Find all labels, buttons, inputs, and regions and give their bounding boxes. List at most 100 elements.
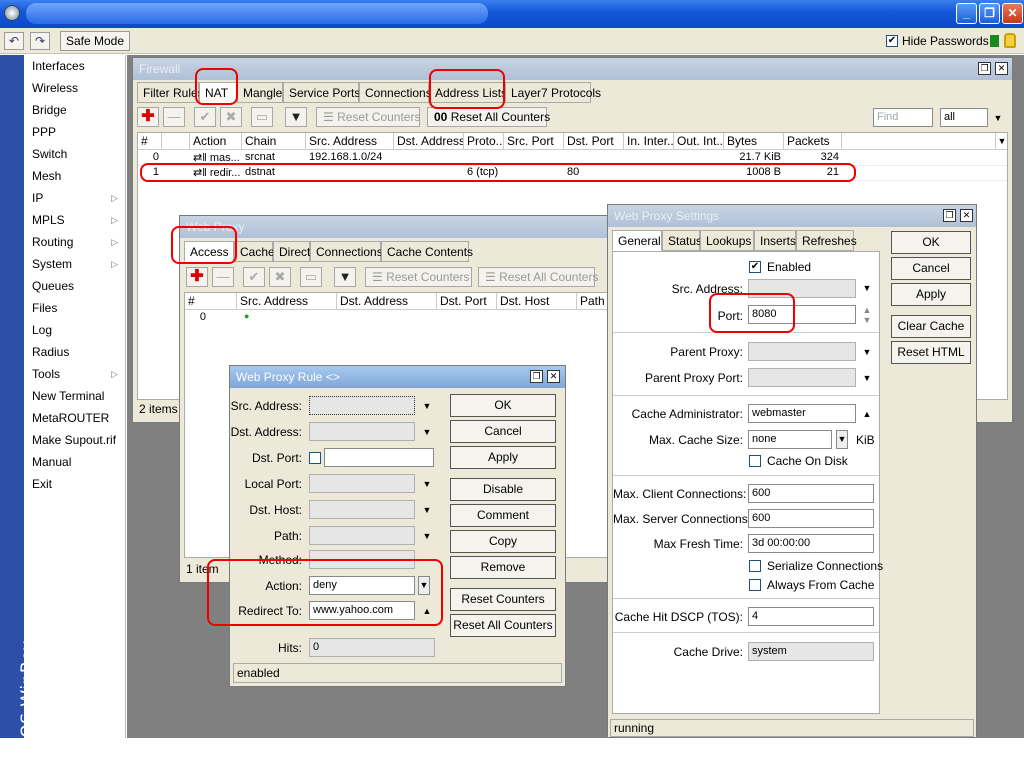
max-cache-size-field[interactable]: none: [748, 430, 832, 449]
close-button[interactable]: ✕: [1002, 3, 1023, 24]
disable-button[interactable]: Disable: [450, 478, 556, 501]
comment-icon[interactable]: ▭: [251, 107, 273, 127]
reset-counters-button[interactable]: Reset Counters: [450, 588, 556, 611]
dst-port-negate-checkbox[interactable]: [309, 452, 321, 464]
window-restore-icon[interactable]: ❐: [943, 209, 956, 222]
tab-connections[interactable]: Connections: [310, 241, 383, 262]
action-dropdown-icon[interactable]: ▼: [418, 576, 430, 595]
menu-item-mpls[interactable]: MPLS ▷: [32, 213, 124, 235]
filter-icon[interactable]: ▼: [334, 267, 356, 287]
enable-icon[interactable]: ✔: [194, 107, 216, 127]
column-header[interactable]: Action: [190, 133, 242, 150]
column-header[interactable]: Dst. Host: [497, 293, 577, 310]
redirect-to-collapse-icon[interactable]: ▲: [421, 606, 433, 616]
column-header[interactable]: Path: [577, 293, 607, 310]
menu-item-routing[interactable]: Routing ▷: [32, 235, 124, 257]
max-fresh-time-field[interactable]: 3d 00:00:00: [748, 534, 874, 553]
menu-item-queues[interactable]: Queues: [32, 279, 124, 301]
filter-icon[interactable]: ▼: [285, 107, 307, 127]
src-address-field[interactable]: [748, 279, 856, 298]
comment-icon[interactable]: ▭: [300, 267, 322, 287]
tab-address-lists[interactable]: Address Lists: [429, 82, 507, 103]
path-dropdown-icon[interactable]: ▼: [421, 531, 433, 541]
column-header[interactable]: #: [138, 133, 162, 150]
local-port-field[interactable]: [309, 474, 415, 493]
dst-host-field[interactable]: [309, 500, 415, 519]
menu-item-mesh[interactable]: Mesh: [32, 169, 124, 191]
parent-proxy-port-dropdown-icon[interactable]: ▼: [861, 373, 873, 383]
menu-item-interfaces[interactable]: Interfaces: [32, 59, 124, 81]
hide-passwords-toggle[interactable]: ✔ Hide Passwords: [886, 34, 989, 48]
column-header[interactable]: Dst. Port: [437, 293, 497, 310]
column-header[interactable]: [162, 133, 190, 150]
cancel-button[interactable]: Cancel: [450, 420, 556, 443]
dst-port-field[interactable]: [324, 448, 434, 467]
parent-proxy-port-field[interactable]: [748, 368, 856, 387]
port-field[interactable]: 8080: [748, 305, 856, 324]
copy-button[interactable]: Copy: [450, 530, 556, 553]
tab-filter-rules[interactable]: Filter Rules: [137, 82, 204, 103]
menu-item-files[interactable]: Files: [32, 301, 124, 323]
menu-item-ip[interactable]: IP ▷: [32, 191, 124, 213]
tab-status[interactable]: Status: [662, 230, 702, 251]
disable-icon[interactable]: ✖: [220, 107, 242, 127]
path-field[interactable]: [309, 526, 415, 545]
tab-service-ports[interactable]: Service Ports: [283, 82, 360, 103]
apply-button[interactable]: Apply: [891, 283, 971, 306]
filter-select[interactable]: all: [940, 108, 988, 127]
max-cache-size-dropdown-icon[interactable]: ▼: [836, 430, 848, 449]
column-header[interactable]: Src. Address: [306, 133, 394, 150]
maximize-button[interactable]: ❐: [979, 3, 1000, 24]
method-field[interactable]: [309, 550, 415, 569]
src-address-dropdown-icon[interactable]: ▼: [861, 283, 873, 293]
remove-button[interactable]: Remove: [450, 556, 556, 579]
port-spin-icon[interactable]: ▲ ▼: [861, 305, 873, 325]
ok-button[interactable]: OK: [891, 231, 971, 254]
menu-item-exit[interactable]: Exit: [32, 477, 124, 499]
table-row[interactable]: 0 ⇄‖ mas... srcnat 192.168.1.0/24 21.7 KiB 32…: [138, 151, 1007, 166]
column-header[interactable]: Proto...: [464, 133, 504, 150]
action-select[interactable]: deny: [309, 576, 415, 595]
window-restore-icon[interactable]: ❐: [530, 370, 543, 383]
menu-item-radius[interactable]: Radius: [32, 345, 124, 367]
cache-hit-dscp-field[interactable]: 4: [748, 607, 874, 626]
cancel-button[interactable]: Cancel: [891, 257, 971, 280]
window-close-icon[interactable]: ✕: [960, 209, 973, 222]
minimize-button[interactable]: _: [956, 3, 977, 24]
tab-cache-contents[interactable]: Cache Contents: [381, 241, 473, 262]
menu-item-wireless[interactable]: Wireless: [32, 81, 124, 103]
menu-item-switch[interactable]: Switch: [32, 147, 124, 169]
menu-item-make-supout-rif[interactable]: Make Supout.rif: [32, 433, 124, 455]
serialize-connections-checkbox[interactable]: [749, 560, 761, 572]
window-close-icon[interactable]: ✕: [547, 370, 560, 383]
redo-icon[interactable]: ↷: [30, 32, 50, 50]
reset-all-counters-button[interactable]: ☰ Reset All Counters: [478, 267, 598, 287]
cache-admin-collapse-icon[interactable]: ▲: [861, 409, 873, 419]
remove-icon[interactable]: —: [212, 267, 234, 287]
disable-icon[interactable]: ✖: [269, 267, 291, 287]
menu-item-metarouter[interactable]: MetaROUTER: [32, 411, 124, 433]
menu-item-log[interactable]: Log: [32, 323, 124, 345]
tab-refreshes[interactable]: Refreshes: [796, 230, 857, 251]
dst-host-dropdown-icon[interactable]: ▼: [421, 505, 433, 515]
dst-address-field[interactable]: [309, 422, 415, 441]
table-row[interactable]: 0 ●: [185, 311, 607, 326]
max-server-connections-field[interactable]: 600: [748, 509, 874, 528]
tab-general[interactable]: General: [612, 230, 662, 251]
tab-cache[interactable]: Cache: [234, 241, 275, 262]
apply-button[interactable]: Apply: [450, 446, 556, 469]
tab-direct[interactable]: Direct: [273, 241, 310, 262]
parent-proxy-field[interactable]: [748, 342, 856, 361]
tab-connections[interactable]: Connections: [359, 82, 432, 103]
tab-mangle[interactable]: Mangle: [237, 82, 283, 103]
column-header[interactable]: Chain: [242, 133, 306, 150]
dst-address-dropdown-icon[interactable]: ▼: [421, 427, 433, 437]
remove-icon[interactable]: —: [163, 107, 185, 127]
always-from-cache-checkbox[interactable]: [749, 579, 761, 591]
tab-access[interactable]: Access: [184, 241, 234, 262]
parent-proxy-dropdown-icon[interactable]: ▼: [861, 347, 873, 357]
cache-admin-field[interactable]: webmaster: [748, 404, 856, 423]
table-row[interactable]: 1 ⇄‖ redir... dstnat 6 (tcp) 80 1008 B 21: [138, 166, 1007, 181]
reset-counters-button[interactable]: ☰ Reset Counters: [316, 107, 420, 127]
column-header[interactable]: Bytes: [724, 133, 784, 150]
